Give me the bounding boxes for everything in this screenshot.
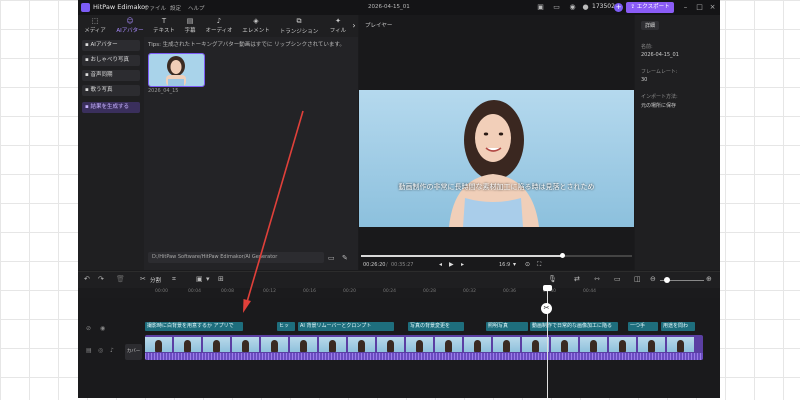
arrow-head [243,299,251,313]
annotation-arrow [243,110,304,313]
arrow-shaft [246,110,304,303]
